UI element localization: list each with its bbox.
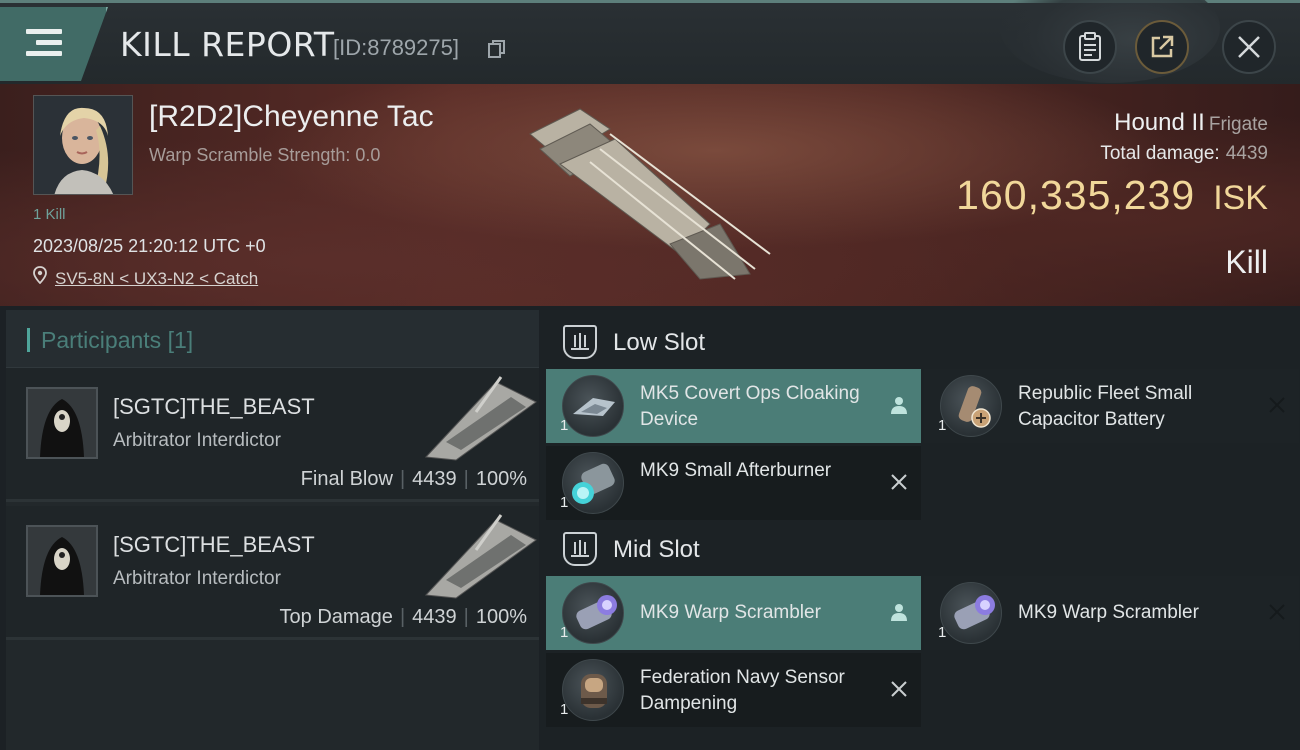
low-slot-title: Low Slot (613, 329, 706, 356)
copy-icon[interactable] (487, 39, 507, 59)
clipboard-icon (1079, 32, 1101, 61)
participant-percent: 100% (475, 606, 527, 628)
person-icon (891, 604, 907, 621)
module-item[interactable]: 1 MK9 Warp Scrambler (546, 576, 921, 650)
isk-unit: ISK (1213, 179, 1268, 217)
participant-percent: 100% (475, 468, 527, 490)
mid-slot-header: Mid Slot (540, 519, 1300, 579)
participant-portrait-image (28, 527, 96, 595)
sensor-dampener-icon (562, 659, 624, 721)
module-item[interactable]: 1 MK9 Warp Scrambler (924, 576, 1299, 650)
close-icon (1269, 397, 1285, 413)
participant-row[interactable]: [SGTC]THE_BEAST Arbitrator Interdictor F… (6, 368, 539, 502)
kill-count: 1 Kill (33, 206, 66, 223)
module-name: MK5 Covert Ops Cloaking Device (640, 383, 860, 430)
victim-banner: [R2D2]Cheyenne Tac Warp Scramble Strengt… (0, 84, 1300, 306)
kill-timestamp: 2023/08/25 21:20:12 UTC +0 (33, 236, 266, 256)
total-damage-label: Total damage: (1100, 143, 1220, 164)
close-icon (891, 681, 907, 697)
location-pin-icon (33, 266, 47, 284)
afterburner-icon (562, 452, 624, 514)
low-slot-header: Low Slot (540, 312, 1300, 372)
share-icon (1151, 35, 1174, 58)
share-button[interactable] (1135, 20, 1189, 74)
mid-slot-icon (563, 532, 597, 566)
participant-name[interactable]: [SGTC]THE_BEAST (113, 394, 315, 420)
warp-scrambler-icon (940, 582, 1002, 644)
kill-result-label: Kill (1225, 244, 1268, 280)
menu-button[interactable] (0, 7, 108, 81)
module-quantity: 1 (938, 417, 947, 434)
participants-header-accent (27, 328, 30, 352)
character-portrait-image (34, 96, 132, 194)
victim-portrait[interactable] (33, 95, 133, 195)
close-button[interactable] (1222, 20, 1276, 74)
fitting-panel: Low Slot 1 MK5 Covert Ops Cloaking Devic… (540, 310, 1300, 750)
close-icon (891, 474, 907, 490)
participant-row[interactable]: [SGTC]THE_BEAST Arbitrator Interdictor T… (6, 506, 539, 640)
capacitor-battery-icon (940, 375, 1002, 437)
kill-report-header: KILL REPORT [ID:8789275] (0, 0, 1300, 84)
module-name: Federation Navy Sensor Dampening (640, 667, 845, 714)
module-name: MK9 Small Afterburner (640, 460, 832, 481)
warp-scrambler-icon (562, 582, 624, 644)
module-item[interactable]: 1 MK5 Covert Ops Cloaking Device (546, 369, 921, 443)
module-name: MK9 Warp Scrambler (640, 602, 821, 623)
close-icon (1238, 36, 1260, 58)
participant-ship-image (424, 376, 537, 461)
module-quantity: 1 (938, 624, 947, 641)
isk-value-line: 160,335,239 ISK (956, 172, 1268, 219)
victim-ship-name[interactable]: Hound II (1114, 109, 1205, 136)
low-slot-icon (563, 325, 597, 359)
participants-count: [1] (167, 327, 194, 353)
clipboard-button[interactable] (1063, 20, 1117, 74)
participants-header: Participants [1] (6, 310, 539, 368)
cloaking-device-icon (562, 375, 624, 437)
participant-ship-image (424, 514, 537, 599)
participant-avatar[interactable] (26, 525, 98, 597)
module-name: Republic Fleet Small Capacitor Battery (1018, 383, 1193, 430)
participant-portrait-image (28, 389, 96, 457)
person-icon (891, 397, 907, 414)
hamburger-menu-icon (26, 29, 62, 62)
location-link[interactable]: SV5-8N < UX3-N2 < Catch (55, 269, 258, 289)
warp-scramble-strength: Warp Scramble Strength: 0.0 (149, 145, 381, 165)
module-item[interactable]: 1 Federation Navy Sensor Dampening (546, 653, 921, 727)
participant-name[interactable]: [SGTC]THE_BEAST (113, 532, 315, 558)
total-damage-value: 4439 (1225, 143, 1268, 164)
participants-heading: Participants [1] (41, 327, 194, 353)
participants-panel: Participants [1] [SGTC]THE_BEAST Arbitra… (6, 310, 539, 750)
participant-stats: Final Blow | 4439 | 100% (300, 468, 527, 490)
page-title: KILL REPORT (120, 25, 335, 64)
total-damage-line: Total damage: 4439 (1100, 143, 1268, 165)
module-quantity: 1 (560, 701, 569, 718)
module-name: MK9 Warp Scrambler (1018, 602, 1199, 623)
module-quantity: 1 (560, 417, 569, 434)
victim-ship-line: Hound II Frigate (1114, 109, 1268, 137)
participant-damage: 4439 (412, 468, 457, 490)
participant-avatar[interactable] (26, 387, 98, 459)
participant-ship: Arbitrator Interdictor (113, 568, 281, 589)
participant-ship: Arbitrator Interdictor (113, 430, 281, 451)
module-quantity: 1 (560, 494, 569, 511)
module-quantity: 1 (560, 624, 569, 641)
participant-role: Final Blow (300, 468, 393, 490)
report-id: [ID:8789275] (333, 35, 459, 60)
module-item[interactable]: 1 MK9 Small Afterburner (546, 446, 921, 520)
participant-role: Top Damage (279, 606, 393, 628)
participant-stats: Top Damage | 4439 | 100% (279, 606, 527, 628)
victim-ship-class: Frigate (1208, 114, 1268, 135)
close-icon (1269, 604, 1285, 620)
participant-damage: 4439 (412, 606, 457, 628)
isk-value: 160,335,239 (956, 172, 1196, 218)
victim-ship-image (529, 108, 771, 280)
module-item[interactable]: 1 Republic Fleet Small Capacitor Battery (924, 369, 1299, 443)
mid-slot-title: Mid Slot (613, 536, 700, 563)
victim-name[interactable]: [R2D2]Cheyenne Tac (149, 100, 434, 134)
